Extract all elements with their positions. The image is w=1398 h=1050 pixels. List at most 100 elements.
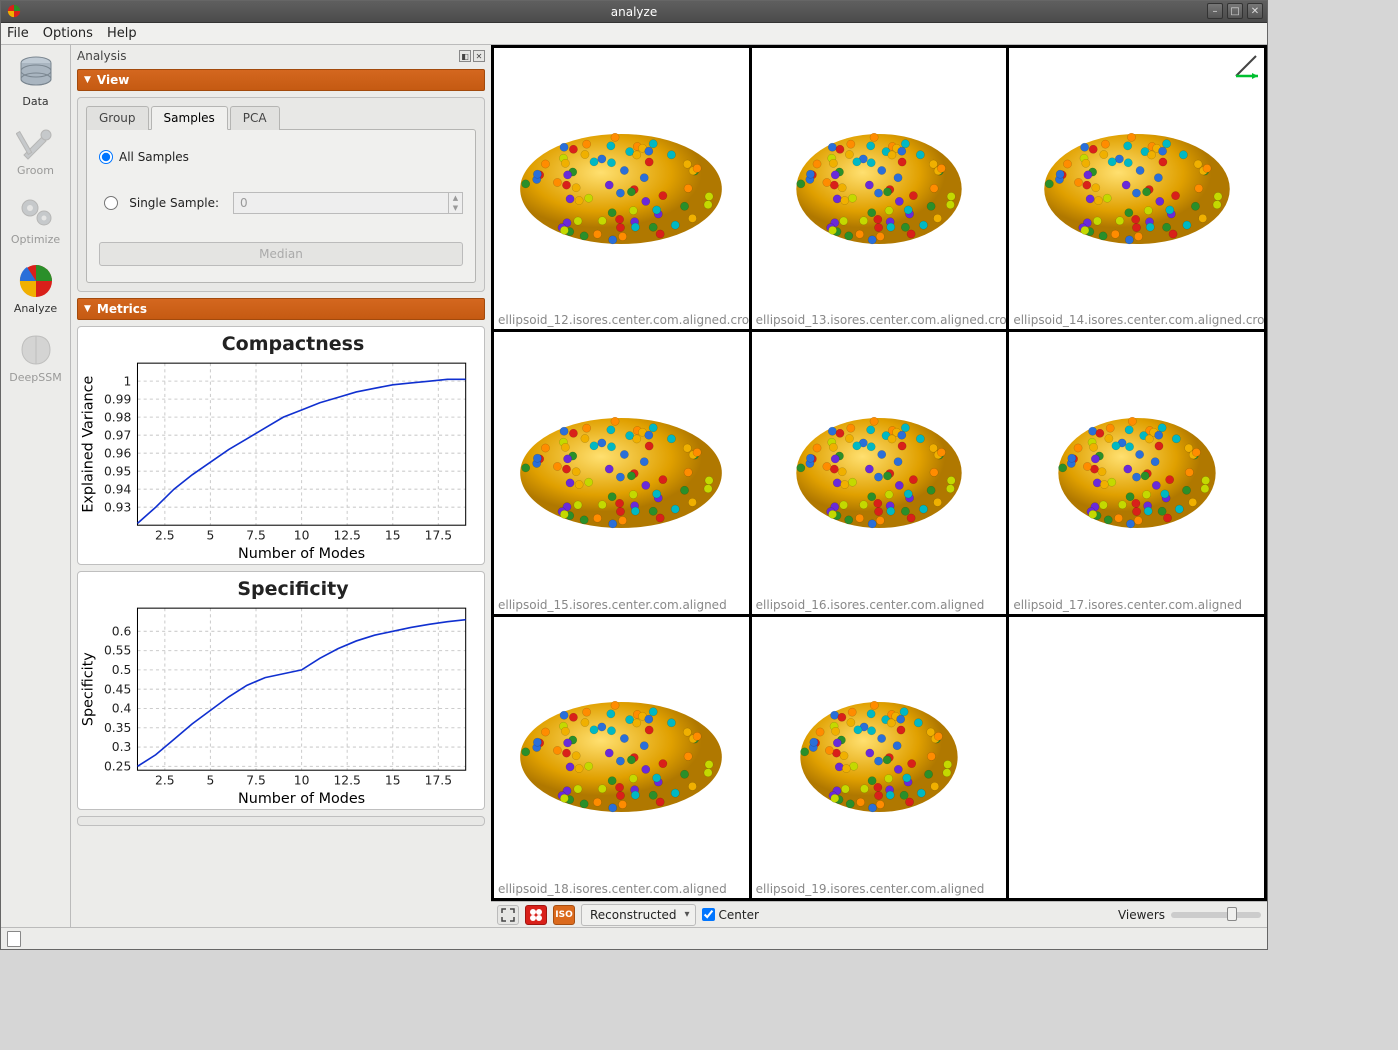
metrics-section-header[interactable]: Metrics [77, 298, 485, 320]
single-sample-radio-input[interactable] [99, 196, 123, 210]
tool-groom-label: Groom [17, 164, 54, 177]
menubar: File Options Help [1, 23, 1267, 45]
slider-thumb[interactable] [1227, 907, 1237, 921]
viewer-cell[interactable]: ellipsoid_15.isores.center.com.aligned [494, 332, 749, 613]
svg-text:15: 15 [385, 529, 401, 543]
viewer-cell[interactable]: ellipsoid_18.isores.center.com.aligned [494, 617, 749, 898]
viewer-cell[interactable]: ellipsoid_17.isores.center.com.aligned [1009, 332, 1264, 613]
tool-deepssm: DeepSSM [7, 327, 65, 388]
viewer-cell[interactable]: ellipsoid_16.isores.center.com.aligned [752, 332, 1007, 613]
compactness-title: Compactness [108, 333, 478, 355]
svg-text:7.5: 7.5 [246, 774, 266, 788]
svg-text:12.5: 12.5 [333, 774, 360, 788]
reconstructed-label: Reconstructed [590, 908, 677, 922]
tab-group[interactable]: Group [86, 106, 149, 130]
iso-icon[interactable]: ISO [553, 905, 575, 925]
all-samples-radio[interactable]: All Samples [99, 150, 463, 164]
svg-text:1: 1 [124, 374, 132, 388]
window-title: analyze [611, 5, 657, 19]
specificity-svg: 2.557.51012.51517.50.250.30.350.40.450.5… [78, 602, 478, 807]
reconstructed-dropdown[interactable]: Reconstructed [581, 904, 696, 926]
app-icon [7, 4, 21, 18]
viewer-cell[interactable] [1009, 617, 1264, 898]
single-sample-label: Single Sample: [129, 196, 219, 210]
panel-title: Analysis [77, 49, 126, 63]
svg-text:0.99: 0.99 [104, 392, 131, 406]
analysis-panel: Analysis ◧ ✕ View Group Samples PCA [71, 45, 491, 927]
viewer-caption: ellipsoid_12.isores.center.com.aligned.c… [498, 313, 749, 327]
menu-options[interactable]: Options [43, 26, 93, 41]
tool-optimize: Optimize [7, 189, 65, 250]
tool-deepssm-label: DeepSSM [9, 371, 61, 384]
tab-samples[interactable]: Samples [151, 106, 228, 130]
render-mode-icon[interactable] [525, 905, 547, 925]
all-samples-radio-input[interactable] [99, 150, 113, 164]
viewer-cell[interactable]: ellipsoid_13.isores.center.com.aligned.c… [752, 48, 1007, 329]
menu-help[interactable]: Help [107, 26, 137, 41]
svg-text:0.96: 0.96 [104, 446, 132, 460]
svg-text:0.55: 0.55 [104, 644, 131, 658]
svg-text:0.5: 0.5 [112, 663, 132, 677]
tool-analyze-label: Analyze [14, 302, 57, 315]
svg-text:Specificity: Specificity [80, 652, 96, 726]
center-label: Center [719, 908, 759, 922]
svg-text:0.3: 0.3 [112, 740, 132, 754]
menu-file[interactable]: File [7, 26, 29, 41]
svg-text:0.4: 0.4 [112, 702, 132, 716]
viewers-label: Viewers [1118, 908, 1165, 922]
tool-groom: Groom [7, 120, 65, 181]
undock-icon[interactable]: ◧ [459, 50, 471, 62]
viewer-area: ellipsoid_12.isores.center.com.aligned.c… [491, 45, 1267, 927]
tool-data-label: Data [22, 95, 48, 108]
viewer-cell[interactable]: ellipsoid_19.isores.center.com.aligned [752, 617, 1007, 898]
view-section-header[interactable]: View [77, 69, 485, 91]
svg-text:0.97: 0.97 [104, 428, 131, 442]
svg-text:0.94: 0.94 [104, 482, 132, 496]
viewer-caption: ellipsoid_17.isores.center.com.aligned [1013, 598, 1264, 612]
svg-text:0.45: 0.45 [104, 682, 131, 696]
svg-text:17.5: 17.5 [425, 774, 452, 788]
median-button: Median [99, 242, 463, 266]
center-checkbox[interactable]: Center [702, 908, 759, 922]
close-panel-icon[interactable]: ✕ [473, 50, 485, 62]
compactness-chart: Compactness 2.557.51012.51517.50.930.940… [77, 326, 485, 565]
left-toolbar: Data Groom Optimize Analyze [1, 45, 71, 927]
specificity-chart: Specificity 2.557.51012.51517.50.250.30.… [77, 571, 485, 810]
svg-text:2.5: 2.5 [155, 529, 175, 543]
metrics-header-label: Metrics [97, 302, 147, 316]
svg-text:0.25: 0.25 [104, 760, 131, 774]
viewer-caption: ellipsoid_19.isores.center.com.aligned [756, 882, 1007, 896]
svg-text:10: 10 [294, 529, 310, 543]
close-button[interactable]: ✕ [1247, 3, 1263, 19]
svg-text:0.98: 0.98 [104, 410, 131, 424]
svg-text:15: 15 [385, 774, 401, 788]
view-header-label: View [97, 73, 129, 87]
viewer-cell[interactable]: ellipsoid_14.isores.center.com.aligned.c… [1009, 48, 1264, 329]
svg-text:2.5: 2.5 [155, 774, 175, 788]
svg-text:Explained Variance: Explained Variance [80, 376, 96, 513]
svg-text:Number of Modes: Number of Modes [238, 791, 365, 807]
tool-data[interactable]: Data [7, 51, 65, 112]
center-checkbox-input[interactable] [702, 908, 715, 921]
tool-analyze[interactable]: Analyze [7, 258, 65, 319]
single-sample-radio[interactable]: Single Sample: [99, 196, 219, 210]
fit-icon[interactable] [497, 905, 519, 925]
maximize-button[interactable]: □ [1227, 3, 1243, 19]
minimize-button[interactable]: – [1207, 3, 1223, 19]
view-groupbox: Group Samples PCA All Samples Single Sam… [77, 97, 485, 292]
viewer-cell[interactable]: ellipsoid_12.isores.center.com.aligned.c… [494, 48, 749, 329]
tab-pca[interactable]: PCA [230, 106, 280, 130]
single-sample-spin [233, 192, 449, 214]
compactness-svg: 2.557.51012.51517.50.930.940.950.960.970… [78, 357, 478, 562]
viewer-caption: ellipsoid_18.isores.center.com.aligned [498, 882, 749, 896]
tools-icon [14, 124, 58, 162]
viewers-slider[interactable] [1171, 912, 1261, 918]
svg-text:0.95: 0.95 [104, 464, 131, 478]
document-icon [7, 931, 21, 947]
specificity-title: Specificity [108, 578, 478, 600]
svg-text:5: 5 [207, 529, 215, 543]
svg-text:12.5: 12.5 [333, 529, 360, 543]
svg-text:0.93: 0.93 [104, 500, 131, 514]
spin-arrows: ▲▼ [449, 192, 463, 214]
viewer-grid: ellipsoid_12.isores.center.com.aligned.c… [491, 45, 1267, 901]
